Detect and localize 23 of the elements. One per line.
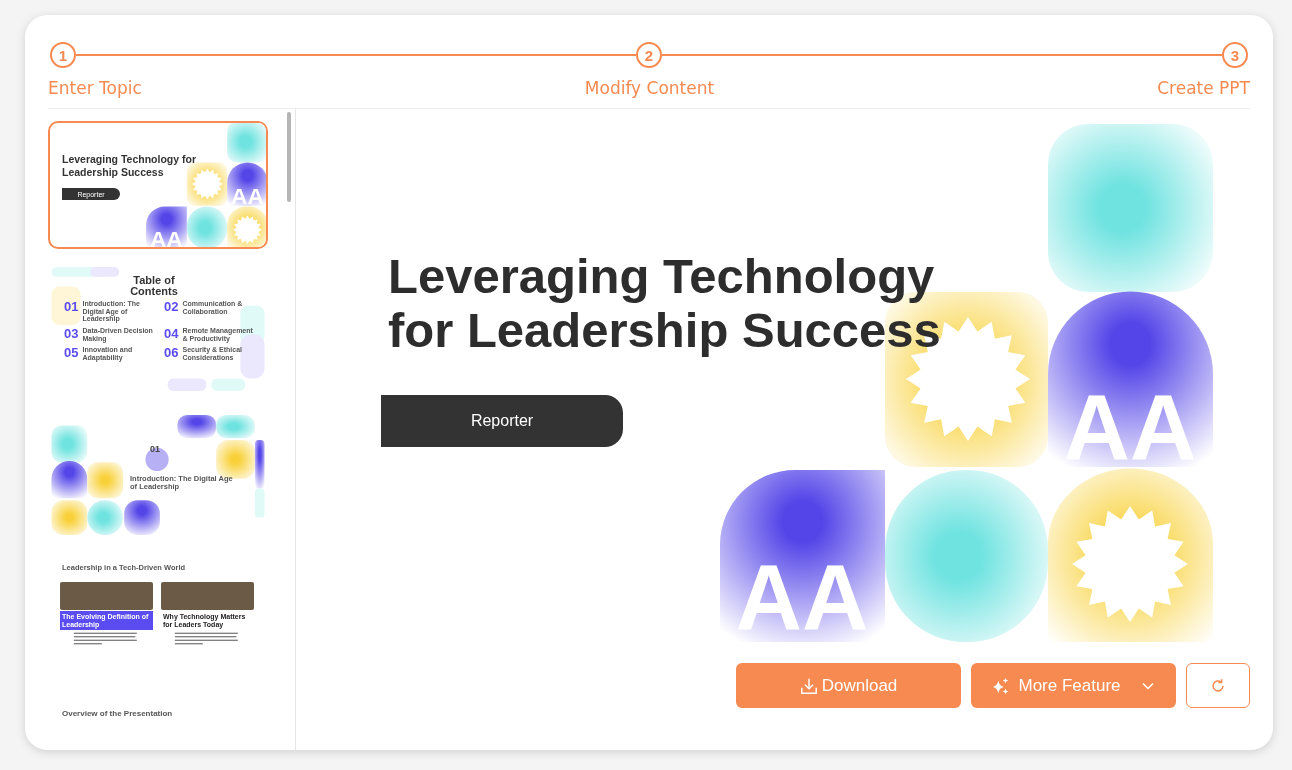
slide-title: Leveraging Technology for Leadership Success [62, 153, 197, 179]
step-number: 2 [636, 42, 662, 68]
refresh-button[interactable] [1186, 663, 1250, 708]
slide-title: Table of Contents [129, 275, 179, 297]
slide-title: Overview of the Presentation [61, 708, 174, 718]
scrollbar[interactable] [287, 112, 291, 202]
item-number: 01 [64, 300, 79, 313]
item-number: 04 [164, 327, 179, 341]
sparkle-icon [992, 676, 1011, 695]
step-label: Modify Content [584, 78, 715, 98]
download-icon [799, 676, 818, 695]
item-number: 02 [164, 300, 179, 313]
step-number: 3 [1222, 42, 1248, 68]
item-number: 05 [64, 346, 79, 360]
item-number: 03 [64, 327, 79, 341]
step-label: Create PPT [1157, 78, 1250, 98]
step-label: Enter Topic [48, 78, 142, 98]
refresh-icon [1209, 676, 1227, 695]
reporter-label: Reporter [381, 395, 623, 447]
step-number: 1 [50, 42, 76, 68]
slide-title: Leveraging Technology for Leadership Success [388, 249, 941, 357]
item-number: 06 [164, 346, 179, 360]
section-number: 01 [150, 444, 160, 454]
